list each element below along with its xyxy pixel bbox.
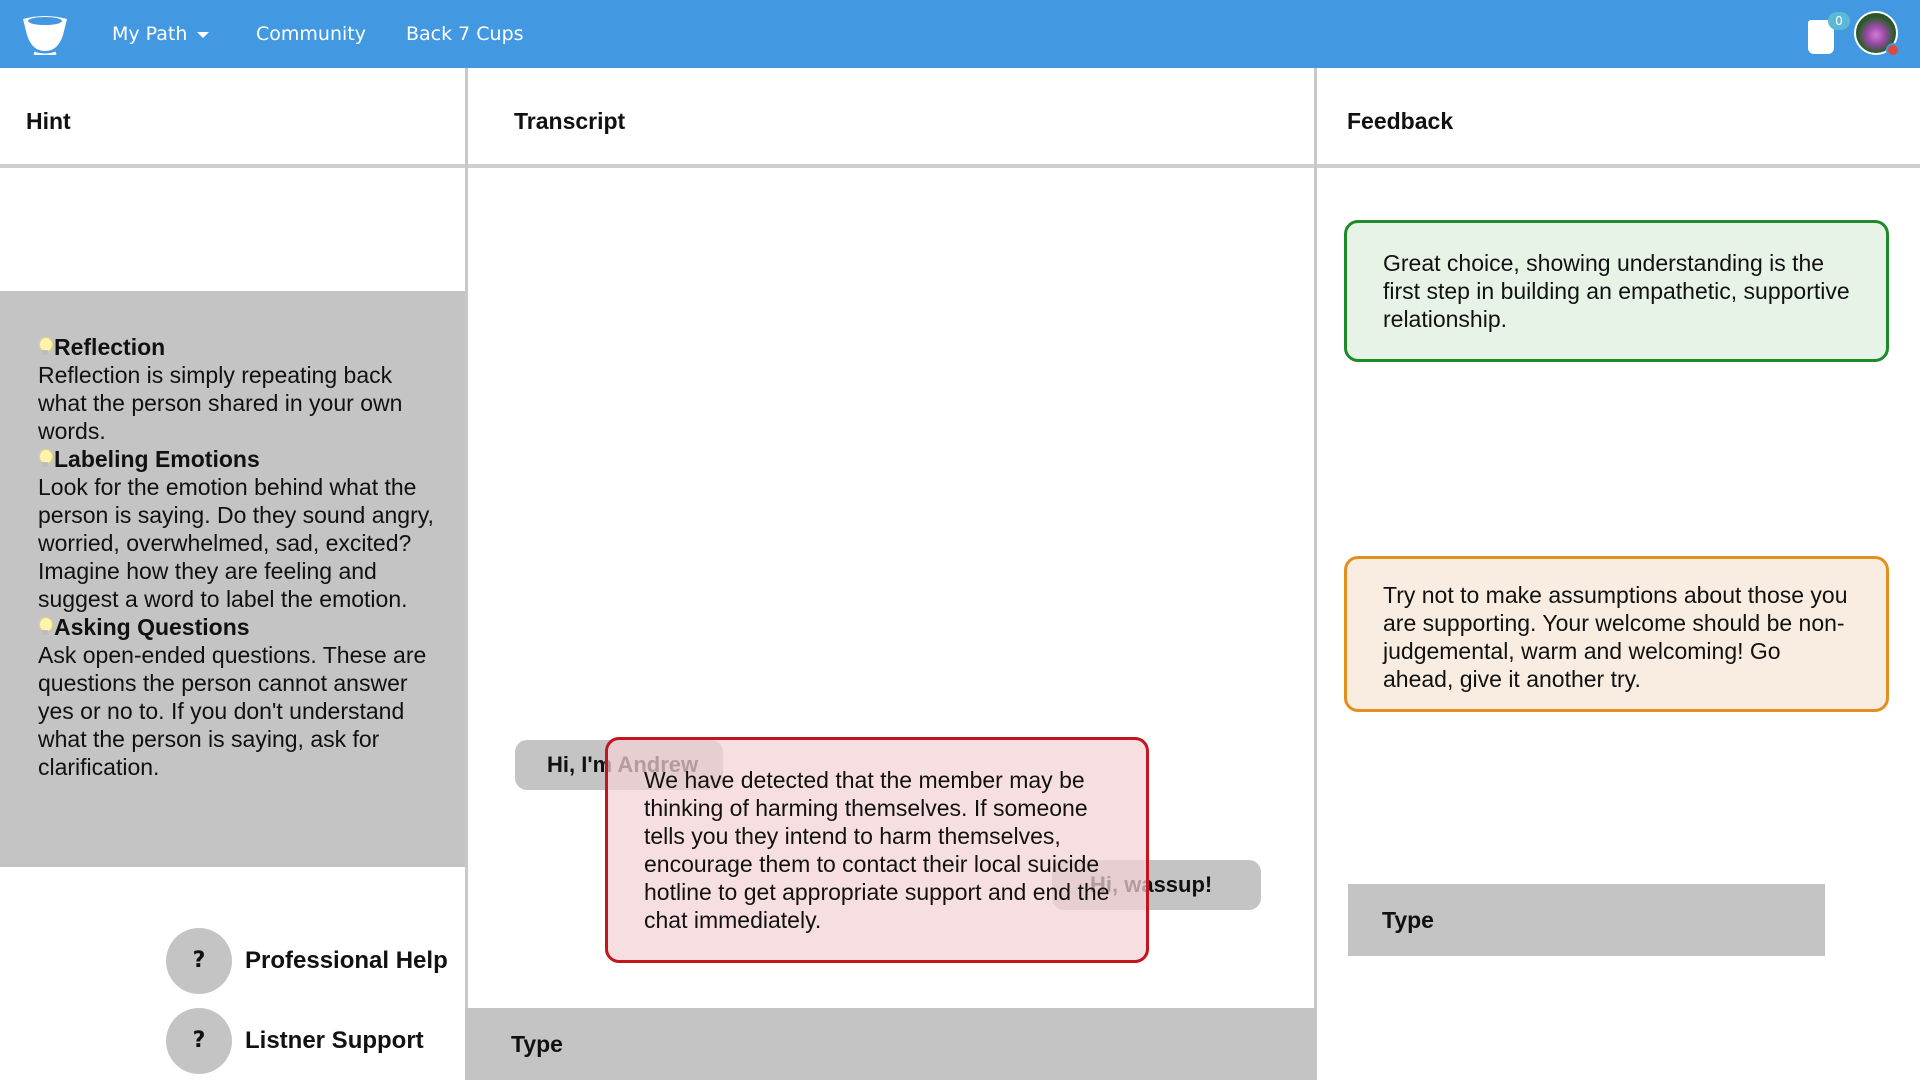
- lightbulb-icon: [38, 337, 53, 357]
- hint-title: Hint: [26, 108, 71, 134]
- hint-section-reflection: Reflection Reflection is simply repeatin…: [38, 333, 438, 445]
- lightbulb-icon: [38, 449, 53, 469]
- hint-section-asking-questions: Asking Questions Ask open-ended question…: [38, 613, 438, 781]
- professional-help-button[interactable]: ? Professional Help: [166, 928, 466, 994]
- cup-count-badge: 0: [1828, 12, 1850, 30]
- transcript-message-input[interactable]: Type: [466, 1008, 1316, 1080]
- cup-counter-button[interactable]: 0: [1806, 12, 1850, 54]
- safety-alert: We have detected that the member may be …: [605, 737, 1149, 963]
- question-mark-icon: ?: [166, 928, 232, 994]
- feedback-title: Feedback: [1347, 108, 1454, 134]
- top-nav-bar: My Path Community Back 7 Cups 0: [0, 0, 1920, 68]
- nav-community[interactable]: Community: [256, 0, 366, 68]
- question-mark-icon: ?: [166, 1008, 232, 1074]
- professional-help-label: Professional Help: [245, 947, 448, 974]
- feedback-input[interactable]: Type: [1348, 884, 1825, 956]
- hint-text: Ask open-ended questions. These are ques…: [38, 642, 427, 780]
- listener-support-label: Listner Support: [245, 1027, 424, 1054]
- hint-section-labeling-emotions: Labeling Emotions Look for the emotion b…: [38, 445, 438, 613]
- feedback-positive-card: Great choice, showing understanding is t…: [1344, 220, 1889, 362]
- listener-support-button[interactable]: ? Listner Support: [166, 1008, 466, 1074]
- transcript-title: Transcript: [514, 108, 626, 134]
- panel-header-divider: [468, 164, 1314, 168]
- nav-back-cups[interactable]: Back 7 Cups: [406, 0, 524, 68]
- hint-text: Look for the emotion behind what the per…: [38, 474, 434, 612]
- hint-heading: Labeling Emotions: [54, 446, 260, 472]
- cup-logo-icon[interactable]: [20, 13, 70, 55]
- user-avatar[interactable]: [1854, 11, 1900, 57]
- hint-panel: Reflection Reflection is simply repeatin…: [0, 291, 465, 867]
- column-divider: [1314, 68, 1317, 1080]
- panel-header-divider: [0, 164, 465, 168]
- hint-heading: Reflection: [54, 334, 166, 360]
- panel-header-divider: [1317, 164, 1920, 168]
- hint-text: Reflection is simply repeating back what…: [38, 362, 403, 444]
- notification-dot-icon: [1886, 43, 1900, 57]
- chevron-down-icon: [197, 31, 210, 38]
- hint-heading: Asking Questions: [54, 614, 250, 640]
- feedback-warning-card: Try not to make assumptions about those …: [1344, 556, 1889, 712]
- nav-my-path-label: My Path: [112, 23, 188, 45]
- lightbulb-icon: [38, 617, 53, 637]
- hint-content: Reflection Reflection is simply repeatin…: [38, 333, 438, 781]
- nav-my-path[interactable]: My Path: [112, 0, 210, 68]
